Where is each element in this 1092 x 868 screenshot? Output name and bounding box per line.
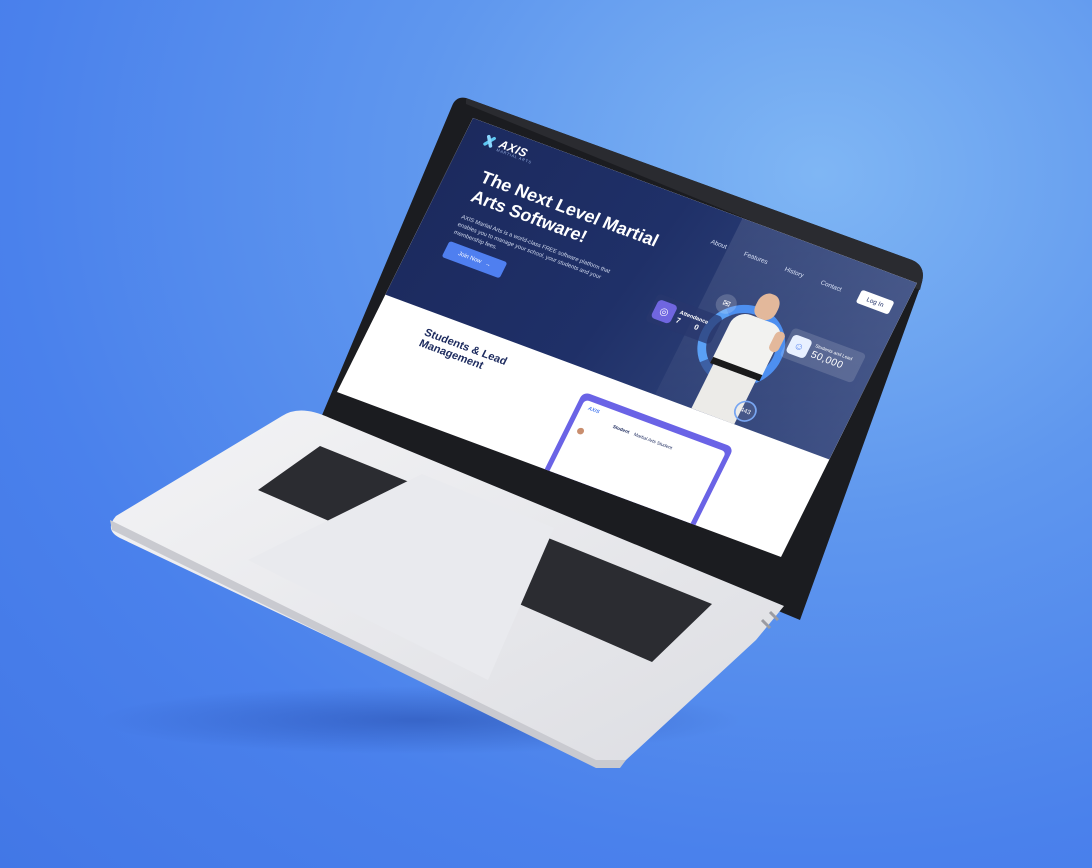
avatar (575, 426, 586, 436)
attendance-count-left: 7 (674, 315, 683, 325)
preview-table-row (575, 425, 709, 483)
preview-tab-student: Student (611, 424, 631, 436)
preview-logo: AXIS (586, 406, 601, 416)
arrow-right-icon: → (483, 260, 492, 269)
axis-logo-icon (480, 133, 499, 150)
nav-about[interactable]: About (709, 238, 728, 251)
join-now-label: Join Now (456, 250, 483, 265)
nav-history[interactable]: History (783, 265, 805, 279)
attendance-count-right: 0 (692, 322, 701, 332)
fingerprint-icon: ◎ (650, 298, 679, 325)
laptop-mockup-scene: AXIS MARTIAL ARTS About Features History… (0, 0, 1092, 868)
users-icon: ☺ (785, 333, 814, 360)
logo-text: AXIS MARTIAL ARTS (496, 137, 538, 165)
